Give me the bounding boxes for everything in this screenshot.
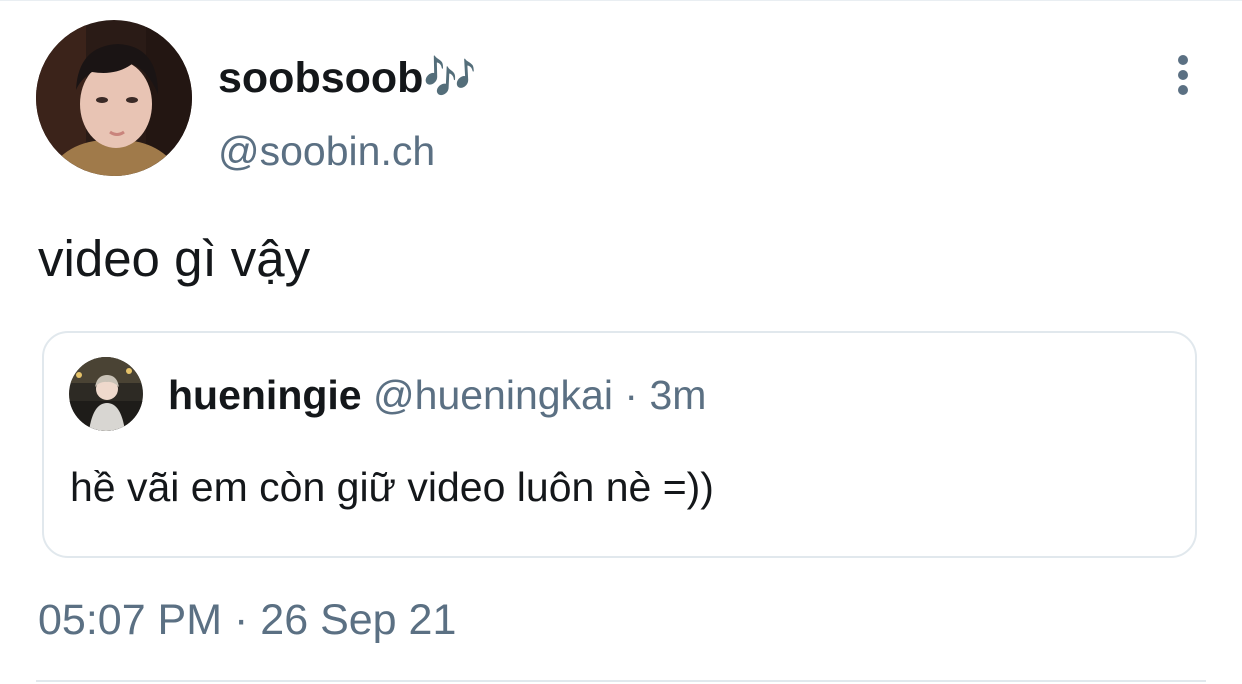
- bottom-divider: [36, 680, 1206, 682]
- more-vertical-icon: [1178, 55, 1188, 95]
- tweet-timestamp[interactable]: 05:07 PM · 26 Sep 21: [38, 592, 456, 648]
- quoted-separator: ·: [624, 372, 639, 418]
- tweet-text: video gì vậy: [38, 230, 311, 287]
- tweet-header: soobsoob🎶 @soobin.ch: [36, 20, 1206, 180]
- quoted-relative-time[interactable]: 3m: [649, 372, 706, 418]
- author-block: soobsoob🎶 @soobin.ch: [218, 48, 477, 176]
- quoted-author-avatar[interactable]: [69, 357, 143, 431]
- quoted-author-handle[interactable]: @hueningkai: [373, 372, 613, 418]
- author-handle[interactable]: @soobin.ch: [218, 126, 477, 176]
- timestamp-separator: ·: [234, 596, 249, 644]
- timestamp-date: 26 Sep 21: [260, 596, 457, 644]
- quoted-tweet-card[interactable]: hueningie @hueningkai · 3m hề vãi em còn…: [42, 331, 1197, 558]
- quoted-author-display-name[interactable]: hueningie: [168, 372, 362, 418]
- top-divider: [0, 0, 1242, 1]
- quoted-tweet-text: hề vãi em còn giữ video luôn nè =)): [70, 464, 714, 510]
- timestamp-time: 05:07 PM: [38, 596, 223, 644]
- author-display-name[interactable]: soobsoob🎶: [218, 48, 477, 108]
- more-options-button[interactable]: [1168, 50, 1198, 100]
- quoted-tweet-header: hueningie @hueningkai · 3m: [168, 367, 706, 423]
- author-avatar[interactable]: [36, 20, 192, 176]
